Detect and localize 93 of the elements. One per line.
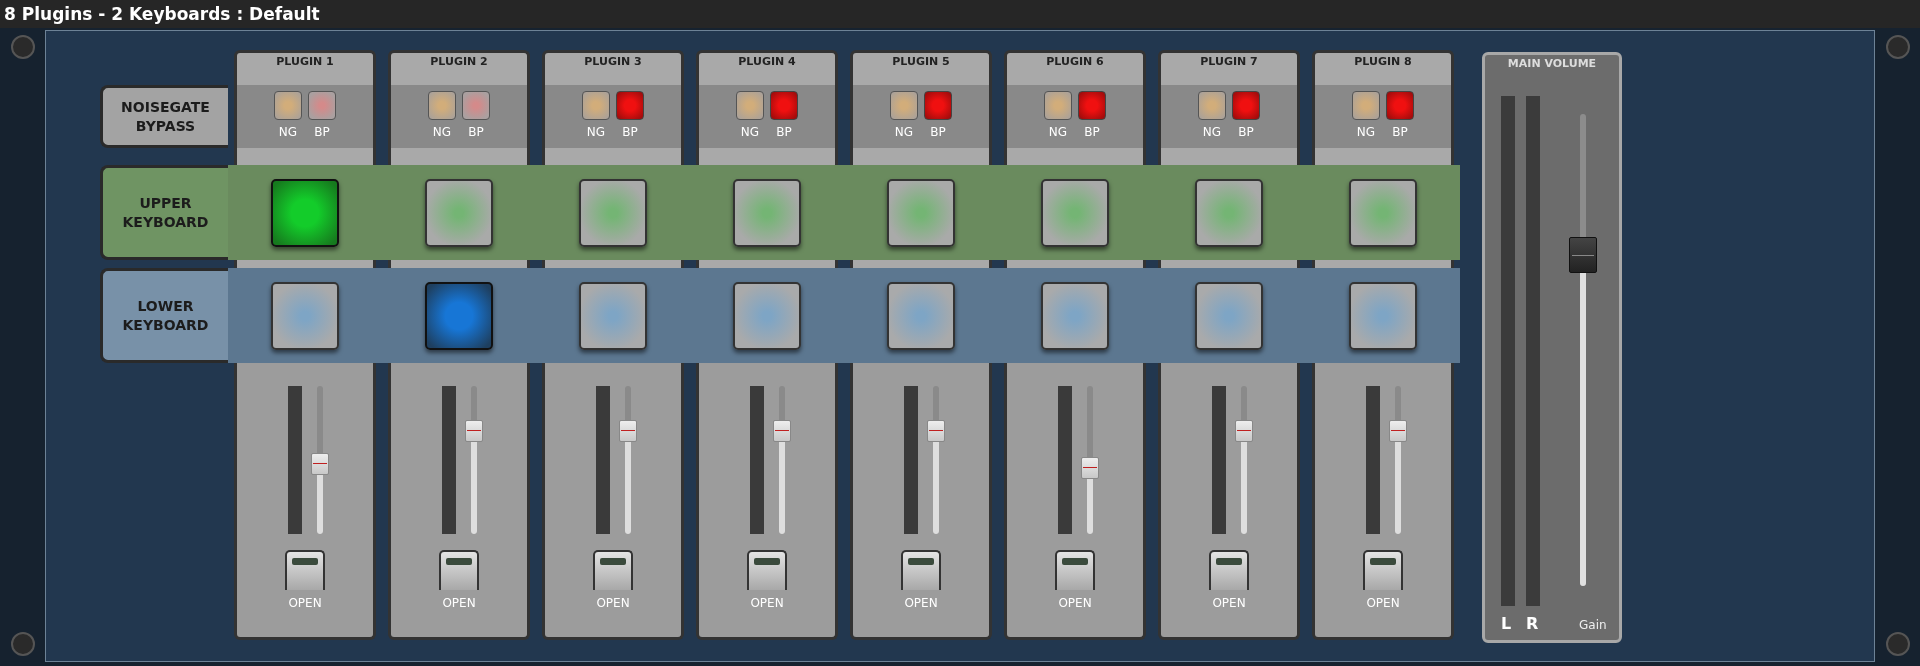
main-volume-title: MAIN VOLUME (1507, 57, 1597, 70)
open-button[interactable] (747, 550, 787, 590)
noisegate-toggle[interactable] (736, 91, 764, 120)
upper-keyboard-pad[interactable] (271, 178, 339, 247)
bypass-toggle[interactable] (924, 91, 952, 120)
bypass-toggle[interactable] (1386, 91, 1414, 120)
plugin-header: PLUGIN 1 (234, 50, 376, 85)
open-button[interactable] (1055, 550, 1095, 590)
noisegate-toggle[interactable] (274, 91, 302, 120)
toggle-label: BP (622, 125, 638, 139)
open-button[interactable] (1363, 550, 1403, 590)
bypass-toggle[interactable] (308, 91, 336, 120)
noisegate-toggle[interactable] (428, 91, 456, 120)
lower-keyboard-pad[interactable] (579, 281, 647, 350)
toggle-label: BP (468, 125, 484, 139)
toggle-label: BP (314, 125, 330, 139)
open-label: OPEN (288, 596, 322, 610)
plugin-header: PLUGIN 8 (1312, 50, 1454, 85)
upper-keyboard-pad[interactable] (1349, 178, 1417, 247)
noisegate-toggle[interactable] (1352, 91, 1380, 120)
toggle-label: NG (432, 125, 452, 139)
toggle-label: BP (1084, 125, 1100, 139)
fader-handle[interactable] (772, 419, 791, 442)
plugin-header: PLUGIN 2 (388, 50, 530, 85)
toggle-label: NG (894, 125, 914, 139)
open-button[interactable] (285, 550, 325, 590)
upper-keyboard-pad[interactable] (1041, 178, 1109, 247)
lower-keyboard-pad[interactable] (271, 281, 339, 350)
lower-keyboard-pad[interactable] (1041, 281, 1109, 350)
lower-keyboard-pad[interactable] (887, 281, 955, 350)
fader-handle[interactable] (1234, 419, 1253, 442)
bypass-toggle[interactable] (1078, 91, 1106, 120)
open-button[interactable] (1209, 550, 1249, 590)
noisegate-toggle[interactable] (890, 91, 918, 120)
gain-fader-handle[interactable] (1569, 236, 1597, 273)
toggle-label: BP (1238, 125, 1254, 139)
open-label: OPEN (750, 596, 784, 610)
toggle-label: NG (586, 125, 606, 139)
fader-handle[interactable] (926, 419, 945, 442)
plugin-header: PLUGIN 6 (1004, 50, 1146, 85)
gain-label: Gain (1579, 618, 1607, 632)
bypass-toggle[interactable] (770, 91, 798, 120)
fader-handle[interactable] (310, 452, 329, 475)
open-label: OPEN (1212, 596, 1246, 610)
screw-icon (1885, 632, 1910, 656)
open-label: OPEN (1058, 596, 1092, 610)
bypass-toggle[interactable] (616, 91, 644, 120)
noisegate-toggle[interactable] (1044, 91, 1072, 120)
plugin-header: PLUGIN 3 (542, 50, 684, 85)
toggle-label: BP (776, 125, 792, 139)
screw-icon (1885, 35, 1910, 59)
open-label: OPEN (596, 596, 630, 610)
bypass-toggle[interactable] (462, 91, 490, 120)
toggle-label: NG (1048, 125, 1068, 139)
row-label: NOISEGATE BYPASS (100, 85, 228, 148)
bypass-toggle[interactable] (1232, 91, 1260, 120)
toggle-label: NG (740, 125, 760, 139)
fader-handle[interactable] (618, 419, 637, 442)
fader-handle[interactable] (464, 419, 483, 442)
open-button[interactable] (593, 550, 633, 590)
channel-label: L (1501, 614, 1513, 633)
toggle-label: BP (930, 125, 946, 139)
upper-keyboard-pad[interactable] (425, 178, 493, 247)
channel-label: R (1526, 614, 1540, 633)
noisegate-toggle[interactable] (1198, 91, 1226, 120)
upper-keyboard-pad[interactable] (887, 178, 955, 247)
upper-keyboard-pad[interactable] (733, 178, 801, 247)
toggle-label: NG (1356, 125, 1376, 139)
upper-keyboard-pad[interactable] (1195, 178, 1263, 247)
toggle-label: NG (1202, 125, 1222, 139)
open-label: OPEN (904, 596, 938, 610)
open-button[interactable] (439, 550, 479, 590)
toggle-label: NG (278, 125, 298, 139)
lower-keyboard-pad[interactable] (1195, 281, 1263, 350)
plugin-header: PLUGIN 4 (696, 50, 838, 85)
open-label: OPEN (442, 596, 476, 610)
upper-keyboard-pad[interactable] (579, 178, 647, 247)
plugin-header: PLUGIN 7 (1158, 50, 1300, 85)
lower-keyboard-pad[interactable] (425, 281, 493, 350)
plugin-header: PLUGIN 5 (850, 50, 992, 85)
screw-icon (10, 632, 35, 656)
fader-handle[interactable] (1080, 456, 1099, 479)
noisegate-toggle[interactable] (582, 91, 610, 120)
row-label: UPPER KEYBOARD (100, 165, 228, 260)
window-title: 8 Plugins - 2 Keyboards : Default (4, 4, 320, 24)
lower-keyboard-pad[interactable] (1349, 281, 1417, 350)
row-label: LOWER KEYBOARD (100, 268, 228, 363)
open-label: OPEN (1366, 596, 1400, 610)
lower-keyboard-pad[interactable] (733, 281, 801, 350)
fader-handle[interactable] (1388, 419, 1407, 442)
screw-icon (10, 35, 35, 59)
toggle-label: BP (1392, 125, 1408, 139)
open-button[interactable] (901, 550, 941, 590)
